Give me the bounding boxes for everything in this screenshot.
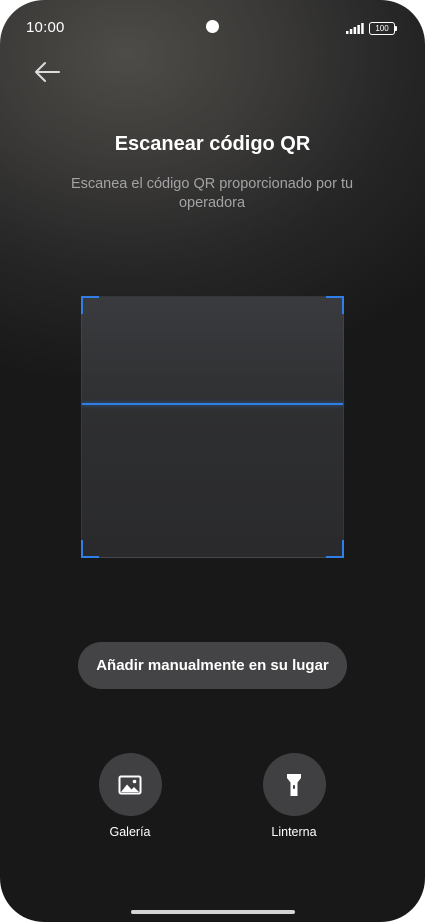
back-button[interactable] (30, 56, 66, 88)
page-title: Escanear código QR (114, 133, 311, 155)
gallery-label: Galería (109, 825, 151, 839)
front-camera-dot (206, 20, 219, 33)
cellular-signal-icon (346, 23, 364, 34)
status-time: 10:00 (26, 19, 65, 36)
viewfinder-corner-bottom-left (81, 540, 99, 558)
battery-level: 100 (369, 22, 395, 35)
viewfinder-corner-top-left (81, 296, 99, 314)
phone-screen: 10:00 100 Escanear código QR Escanea el … (0, 0, 425, 922)
arrow-left-icon (35, 62, 60, 82)
home-indicator[interactable] (131, 910, 295, 914)
battery-tip (395, 26, 397, 31)
viewfinder-corner-bottom-right (326, 540, 344, 558)
battery-icon: 100 (369, 22, 397, 35)
viewfinder-corner-top-right (326, 296, 344, 314)
gallery-button[interactable] (98, 753, 162, 816)
add-manually-button[interactable]: Añadir manualmente en su lugar (78, 642, 347, 689)
gallery-action: Galería (80, 753, 180, 839)
flashlight-label: Linterna (271, 825, 317, 839)
flashlight-icon (287, 773, 301, 796)
page-subtitle: Escanea el código QR proporcionado por t… (70, 176, 354, 211)
flashlight-button[interactable] (262, 753, 326, 816)
qr-scan-viewfinder (81, 296, 344, 558)
scan-line (82, 403, 343, 405)
flashlight-action: Linterna (244, 753, 344, 839)
status-bar: 10:00 100 (0, 0, 425, 56)
image-icon (118, 775, 142, 794)
